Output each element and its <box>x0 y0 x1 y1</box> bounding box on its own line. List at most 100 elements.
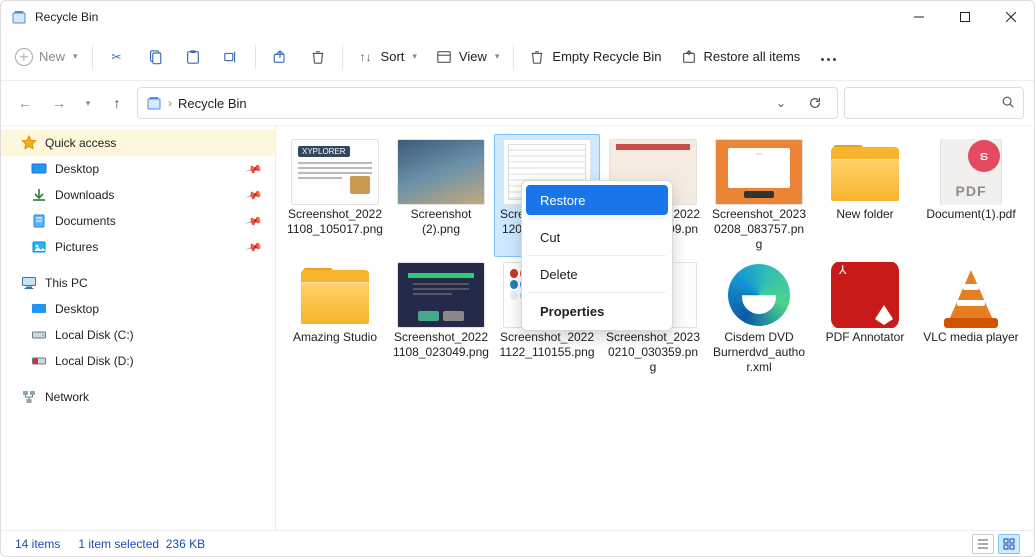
close-button[interactable] <box>988 1 1034 33</box>
folder-icon <box>291 262 379 328</box>
chevron-down-icon: ▾ <box>495 51 500 62</box>
empty-recycle-bin-button[interactable]: Empty Recycle Bin <box>520 39 669 75</box>
plus-icon <box>15 48 33 66</box>
file-thumbnail: XYPLORER <box>291 139 379 205</box>
file-label: Screenshot_20221108_105017.png <box>287 207 383 237</box>
view-icon <box>435 48 453 66</box>
sidebar-item-label: Desktop <box>55 302 99 316</box>
search-icon <box>1001 95 1015 112</box>
recent-locations-button[interactable]: ▾ <box>79 89 97 117</box>
sidebar-downloads[interactable]: Downloads 📌 <box>1 182 275 208</box>
status-selection: 1 item selected 236 KB <box>78 537 205 551</box>
address-bar[interactable]: › Recycle Bin ⌄ <box>137 87 838 119</box>
thumbnails-view-toggle[interactable] <box>998 534 1020 554</box>
file-item[interactable]: XYPLORER Screenshot_20221108_105017.png <box>282 134 388 257</box>
sidebar: Quick access Desktop 📌 Downloads 📌 Docum… <box>1 126 276 530</box>
file-thumbnail: ⋯ <box>715 139 803 205</box>
file-item[interactable]: ຣPDF Document(1).pdf <box>918 134 1024 257</box>
sort-button[interactable]: ↑↓ Sort ▾ <box>349 39 425 75</box>
forward-button[interactable]: → <box>45 89 73 117</box>
history-dropdown-button[interactable]: ⌄ <box>767 89 795 117</box>
file-item[interactable]: New folder <box>812 134 918 257</box>
new-button[interactable]: New ▾ <box>7 39 86 75</box>
content-area[interactable]: XYPLORER Screenshot_20221108_105017.png … <box>276 126 1034 530</box>
pictures-icon <box>31 239 47 255</box>
paste-button[interactable] <box>175 39 211 75</box>
file-item[interactable]: ⋯ Screenshot_20230208_083757.png <box>706 134 812 257</box>
context-menu: Restore Cut Delete Properties <box>521 180 673 331</box>
file-label: VLC media player <box>923 330 1018 345</box>
sidebar-local-disk-d[interactable]: Local Disk (D:) <box>1 348 275 374</box>
pin-icon: 📌 <box>245 186 263 204</box>
sidebar-pictures[interactable]: Pictures 📌 <box>1 234 275 260</box>
new-label: New <box>39 49 65 64</box>
title-bar: Recycle Bin <box>1 1 1034 33</box>
file-item[interactable]: VLC media player <box>918 257 1024 380</box>
scissors-icon: ✂ <box>108 48 126 66</box>
back-button[interactable]: ← <box>11 89 39 117</box>
network-icon <box>21 389 37 405</box>
pin-icon: 📌 <box>245 212 263 230</box>
sidebar-quick-access[interactable]: Quick access <box>1 130 275 156</box>
context-menu-cut[interactable]: Cut <box>526 222 668 252</box>
body: Quick access Desktop 📌 Downloads 📌 Docum… <box>1 125 1034 530</box>
more-icon <box>819 50 837 64</box>
this-pc-icon <box>21 275 37 291</box>
file-label: Document(1).pdf <box>926 207 1015 222</box>
sidebar-this-pc[interactable]: This PC <box>1 270 275 296</box>
details-view-toggle[interactable] <box>972 534 994 554</box>
sidebar-item-label: Downloads <box>55 188 114 202</box>
context-menu-delete[interactable]: Delete <box>526 259 668 289</box>
file-label: Screenshot_20230208_083757.png <box>711 207 807 252</box>
rename-icon <box>222 48 240 66</box>
file-item[interactable]: Cisdem DVD Burnerdvd_author.xml <box>706 257 812 380</box>
sidebar-desktop[interactable]: Desktop 📌 <box>1 156 275 182</box>
chevron-down-icon: ▾ <box>412 51 417 62</box>
context-menu-properties[interactable]: Properties <box>526 296 668 326</box>
pdf-icon: ຣPDF <box>927 139 1015 205</box>
file-item[interactable]: Amazing Studio <box>282 257 388 380</box>
sidebar-network[interactable]: Network <box>1 384 275 410</box>
sidebar-local-disk-c[interactable]: Local Disk (C:) <box>1 322 275 348</box>
file-label: Screenshot (2).png <box>393 207 489 237</box>
sidebar-item-label: Quick access <box>45 136 116 150</box>
folder-icon <box>821 139 909 205</box>
documents-icon <box>31 213 47 229</box>
chevron-down-icon: ▾ <box>73 51 78 62</box>
delete-button[interactable] <box>300 39 336 75</box>
share-button[interactable] <box>262 39 298 75</box>
sidebar-documents[interactable]: Documents 📌 <box>1 208 275 234</box>
downloads-icon <box>31 187 47 203</box>
up-button[interactable]: ↑ <box>103 89 131 117</box>
cut-button[interactable]: ✂ <box>99 39 135 75</box>
trash-icon <box>528 48 546 66</box>
view-button[interactable]: View ▾ <box>427 39 507 75</box>
file-label: Amazing Studio <box>293 330 377 345</box>
context-menu-restore[interactable]: Restore <box>526 185 668 215</box>
star-icon <box>21 135 37 151</box>
toolbar: New ▾ ✂ ↑↓ Sort ▾ View ▾ Empty Recycle B… <box>1 33 1034 81</box>
trash-icon <box>309 48 327 66</box>
file-item[interactable]: Screenshot (2).png <box>388 134 494 257</box>
file-thumbnail <box>397 262 485 328</box>
window-title: Recycle Bin <box>35 10 98 24</box>
window-controls <box>896 1 1034 33</box>
file-item[interactable]: Screenshot_20221108_023049.png <box>388 257 494 380</box>
rename-button[interactable] <box>213 39 249 75</box>
clipboard-icon <box>184 48 202 66</box>
restore-all-button[interactable]: Restore all items <box>672 39 809 75</box>
search-input[interactable] <box>844 87 1024 119</box>
minimize-button[interactable] <box>896 1 942 33</box>
status-bar: 14 items 1 item selected 236 KB <box>1 530 1034 556</box>
refresh-button[interactable] <box>801 89 829 117</box>
sidebar-item-label: Local Disk (C:) <box>55 328 134 342</box>
copy-button[interactable] <box>137 39 173 75</box>
file-label: PDF Annotator <box>826 330 905 345</box>
more-button[interactable] <box>810 39 846 75</box>
file-item[interactable]: ⅄ PDF Annotator <box>812 257 918 380</box>
sidebar-desktop-2[interactable]: Desktop <box>1 296 275 322</box>
sidebar-item-label: This PC <box>45 276 88 290</box>
maximize-button[interactable] <box>942 1 988 33</box>
breadcrumb[interactable]: Recycle Bin <box>178 96 247 111</box>
empty-label: Empty Recycle Bin <box>552 49 661 64</box>
